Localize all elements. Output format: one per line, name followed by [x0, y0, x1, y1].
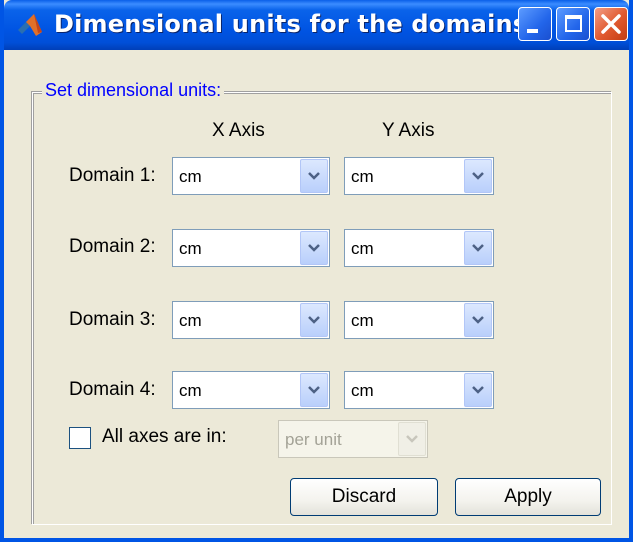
chevron-down-icon[interactable] [300, 373, 328, 407]
close-button[interactable] [594, 7, 628, 41]
minimize-icon [527, 29, 538, 33]
chevron-down-icon [398, 422, 426, 456]
chevron-down-icon[interactable] [300, 303, 328, 337]
all-axes-label: All axes are in: [102, 426, 227, 447]
chevron-down-icon[interactable] [464, 159, 492, 193]
domain-3-y-unit-value: cm [351, 311, 374, 330]
domain-1-x-unit-select[interactable]: cm [172, 157, 330, 195]
chevron-down-icon[interactable] [464, 303, 492, 337]
domain-2-x-unit-select[interactable]: cm [172, 229, 330, 267]
maximize-icon [565, 15, 582, 32]
domain-2-x-unit-value: cm [179, 239, 202, 258]
maximize-button[interactable] [556, 7, 590, 41]
domain-4-label: Domain 4: [69, 379, 156, 400]
all-axes-checkbox[interactable] [69, 427, 91, 449]
minimize-button[interactable] [518, 7, 552, 41]
domain-2-y-unit-value: cm [351, 239, 374, 258]
x-axis-header: X Axis [212, 120, 265, 141]
title-bar[interactable]: Dimensional units for the domains [4, 0, 629, 50]
all-axes-unit-value: per unit [285, 430, 342, 449]
matlab-icon [18, 14, 42, 36]
chevron-down-icon[interactable] [464, 373, 492, 407]
domain-1-label: Domain 1: [69, 165, 156, 186]
domain-3-x-unit-value: cm [179, 311, 202, 330]
all-axes-unit-select: per unit [278, 420, 428, 458]
chevron-down-icon[interactable] [300, 159, 328, 193]
domain-1-x-unit-value: cm [179, 167, 202, 186]
domain-2-y-unit-select[interactable]: cm [344, 229, 494, 267]
domain-4-y-unit-value: cm [351, 381, 374, 400]
chevron-down-icon[interactable] [300, 231, 328, 265]
domain-4-y-unit-select[interactable]: cm [344, 371, 494, 409]
dialog-window: Dimensional units for the domains Set di… [0, 0, 633, 542]
apply-button[interactable]: Apply [455, 478, 601, 516]
discard-button[interactable]: Discard [290, 478, 438, 516]
domain-3-y-unit-select[interactable]: cm [344, 301, 494, 339]
domain-4-x-unit-value: cm [179, 381, 202, 400]
y-axis-header: Y Axis [382, 120, 435, 141]
domain-3-label: Domain 3: [69, 309, 156, 330]
domain-2-label: Domain 2: [69, 236, 156, 257]
domain-1-y-unit-select[interactable]: cm [344, 157, 494, 195]
groupbox-legend: Set dimensional units: [42, 80, 225, 101]
close-icon [601, 14, 621, 34]
domain-1-y-unit-value: cm [351, 167, 374, 186]
domain-3-x-unit-select[interactable]: cm [172, 301, 330, 339]
chevron-down-icon[interactable] [464, 231, 492, 265]
window-title: Dimensional units for the domains [54, 10, 528, 38]
domain-4-x-unit-select[interactable]: cm [172, 371, 330, 409]
